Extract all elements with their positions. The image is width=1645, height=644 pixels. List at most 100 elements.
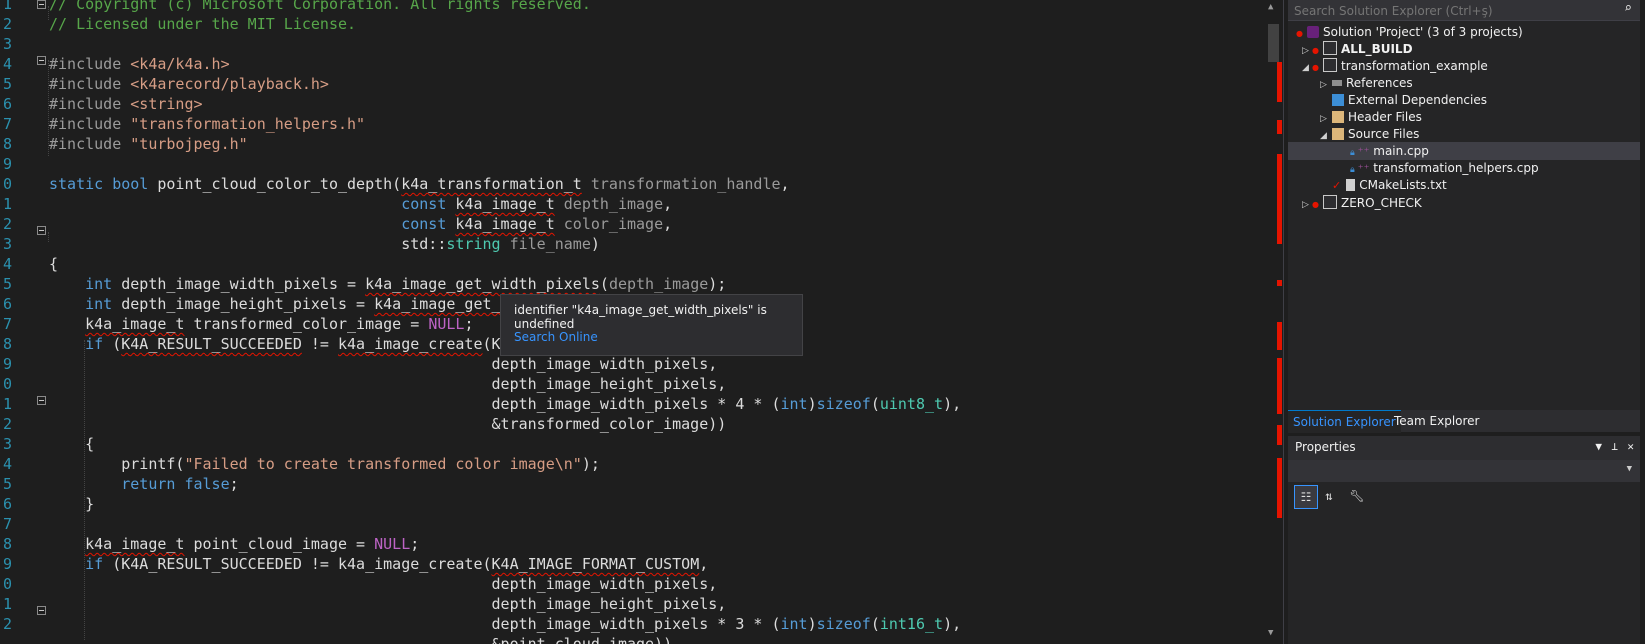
properties-object-selector[interactable]: ▼ — [1288, 460, 1640, 482]
code-line[interactable]: { — [49, 434, 94, 454]
tab-solution-explorer[interactable]: Solution Explorer — [1288, 410, 1401, 433]
tree-project-zero-check[interactable]: ▷ ● ZERO_CHECK — [1302, 194, 1422, 212]
code-line[interactable]: } — [49, 494, 94, 514]
solution-search-bar: ⌕ — [1288, 0, 1640, 21]
code-line[interactable]: #include "turbojpeg.h" — [49, 134, 248, 154]
error-marker[interactable] — [1277, 280, 1282, 286]
error-marker[interactable] — [1277, 458, 1282, 518]
search-icon[interactable]: ⌕ — [1624, 1, 1632, 16]
code-line[interactable]: #include <string> — [49, 94, 203, 114]
tree-main-cpp[interactable]: 🔒︎ ⁺⁺ main.cpp — [1288, 142, 1640, 160]
tree-references[interactable]: ▷ References — [1320, 74, 1413, 92]
code-line[interactable]: depth_image_width_pixels, — [49, 354, 718, 374]
references-icon — [1332, 80, 1342, 86]
code-line[interactable]: k4a_image_t point_cloud_image = NULL; — [49, 534, 419, 554]
tree-project-all-build[interactable]: ▷ ● ALL_BUILD — [1302, 40, 1413, 58]
code-line[interactable]: printf("Failed to create transformed col… — [49, 454, 600, 474]
code-line[interactable]: depth_image_width_pixels * 4 * (int)size… — [49, 394, 962, 414]
code-line[interactable]: int depth_image_height_pixels = k4a_imag… — [49, 294, 500, 314]
editor-vertical-scrollbar[interactable]: ▲ ▼ — [1264, 0, 1283, 644]
code-line[interactable]: #include <k4a/k4a.h> — [49, 54, 230, 74]
tree-header-files[interactable]: ▷ Header Files — [1320, 108, 1422, 126]
fold-toggle[interactable] — [37, 396, 46, 405]
error-marker[interactable] — [1277, 358, 1282, 414]
code-line[interactable]: depth_image_width_pixels * 3 * (int)size… — [49, 614, 962, 634]
tree-label: ZERO_CHECK — [1340, 196, 1422, 210]
line-number: 2 — [2, 415, 12, 433]
expand-arrow-icon[interactable]: ▷ — [1302, 196, 1312, 214]
code-line[interactable]: return false; — [49, 474, 238, 494]
line-number: 8 — [2, 535, 12, 553]
tree-solution[interactable]: ● Solution 'Project' (3 of 3 projects) — [1296, 23, 1523, 41]
code-line[interactable]: if (K4A_RESULT_SUCCEEDED != k4a_image_cr… — [49, 334, 500, 354]
code-token: ), — [943, 615, 962, 633]
code-line[interactable]: &point_cloud_image)) — [49, 634, 673, 644]
tab-team-explorer[interactable]: Team Explorer — [1389, 410, 1485, 432]
folder-icon — [1332, 111, 1344, 123]
code-line[interactable]: // Licensed under the MIT License. — [49, 14, 356, 34]
collapse-arrow-icon[interactable]: ◢ — [1302, 59, 1312, 77]
error-marker[interactable] — [1277, 120, 1282, 134]
expand-arrow-icon[interactable]: ▷ — [1320, 76, 1330, 94]
tree-project-transformation-example[interactable]: ◢ ● transformation_example — [1302, 57, 1488, 75]
pin-icon[interactable]: ⊥ — [1611, 440, 1618, 453]
line-number: 9 — [2, 155, 12, 173]
code-token: #include — [49, 135, 131, 153]
lock-icon: 🔒︎ — [1350, 165, 1355, 175]
code-line[interactable]: const k4a_image_t color_image, — [49, 214, 672, 234]
code-line[interactable]: #include <k4arecord/playback.h> — [49, 74, 329, 94]
code-line[interactable]: &transformed_color_image)) — [49, 414, 727, 434]
line-number: 0 — [2, 575, 12, 593]
property-pages-icon[interactable]: 🔧︎ — [1346, 485, 1368, 507]
code-line[interactable]: if (K4A_RESULT_SUCCEEDED != k4a_image_cr… — [49, 554, 708, 574]
code-line[interactable]: k4a_image_t transformed_color_image = NU… — [49, 314, 473, 334]
error-marker[interactable] — [1277, 425, 1282, 445]
fold-toggle[interactable] — [37, 606, 46, 615]
line-number: 0 — [2, 375, 12, 393]
solution-explorer-panel: ⌕ ●Solution 'Project' (3 of 3 projects) … — [1288, 0, 1640, 430]
tree-cmakelists[interactable]: ✓ CMakeLists.txt — [1332, 176, 1447, 194]
code-token: static — [49, 175, 113, 193]
status-dot-icon: ● — [1312, 200, 1319, 209]
scroll-down-icon[interactable]: ▼ — [1268, 628, 1273, 638]
search-online-link[interactable]: Search Online — [514, 330, 598, 344]
code-line[interactable]: #include "transformation_helpers.h" — [49, 114, 365, 134]
code-line[interactable]: static bool point_cloud_color_to_depth(k… — [49, 174, 790, 194]
tree-label: ALL_BUILD — [1340, 42, 1413, 56]
code-token: { — [49, 255, 59, 273]
code-line[interactable]: std::string file_name) — [49, 234, 600, 254]
code-line[interactable]: { — [49, 254, 58, 274]
tree-external-dependencies[interactable]: External Dependencies — [1330, 91, 1487, 109]
fold-toggle[interactable] — [37, 56, 46, 65]
close-icon[interactable]: ✕ — [1627, 440, 1634, 453]
fold-toggle[interactable] — [37, 0, 46, 9]
scroll-up-icon[interactable]: ▲ — [1268, 2, 1273, 12]
code-line[interactable]: const k4a_image_t depth_image, — [49, 194, 672, 214]
code-line[interactable]: depth_image_height_pixels, — [49, 374, 727, 394]
properties-header: Properties ▼ ⊥ ✕ — [1288, 436, 1640, 460]
code-line[interactable]: // Copyright (c) Microsoft Corporation. … — [49, 0, 591, 14]
editor-divider — [1283, 0, 1284, 644]
code-line[interactable]: depth_image_width_pixels, — [49, 574, 718, 594]
alphabetical-sort-icon[interactable]: ⇅ — [1318, 485, 1340, 507]
code-token: ( — [870, 395, 880, 413]
tree-transformation-helpers-cpp[interactable]: 🔒︎ ⁺⁺ transformation_helpers.cpp — [1350, 159, 1539, 177]
categorized-view-icon[interactable]: ☷ — [1294, 485, 1318, 509]
error-marker[interactable] — [1277, 322, 1282, 350]
fold-toggle[interactable] — [37, 226, 46, 235]
tree-source-files[interactable]: ◢ Source Files — [1320, 125, 1419, 143]
code-line[interactable]: depth_image_height_pixels, — [49, 594, 727, 614]
status-dot-icon: ● — [1312, 46, 1319, 55]
code-editor[interactable]: 1 2 3 4 5 6 7 8 9 0 1 2 3 4 5 6 7 8 9 0 1 2 3 4 5 6 7 8 9 0 1 2 // Copy… — [0, 0, 1283, 644]
code-line[interactable]: int depth_image_width_pixels = k4a_image… — [49, 274, 726, 294]
dropdown-icon[interactable]: ▼ — [1595, 440, 1602, 453]
error-marker[interactable] — [1277, 62, 1282, 102]
line-number: 3 — [2, 435, 12, 453]
scrollbar-thumb[interactable] — [1268, 24, 1279, 62]
error-marker[interactable] — [1277, 154, 1282, 244]
code-token: bool — [112, 175, 158, 193]
line-number: 8 — [2, 335, 12, 353]
solution-search-input[interactable] — [1292, 2, 1606, 19]
